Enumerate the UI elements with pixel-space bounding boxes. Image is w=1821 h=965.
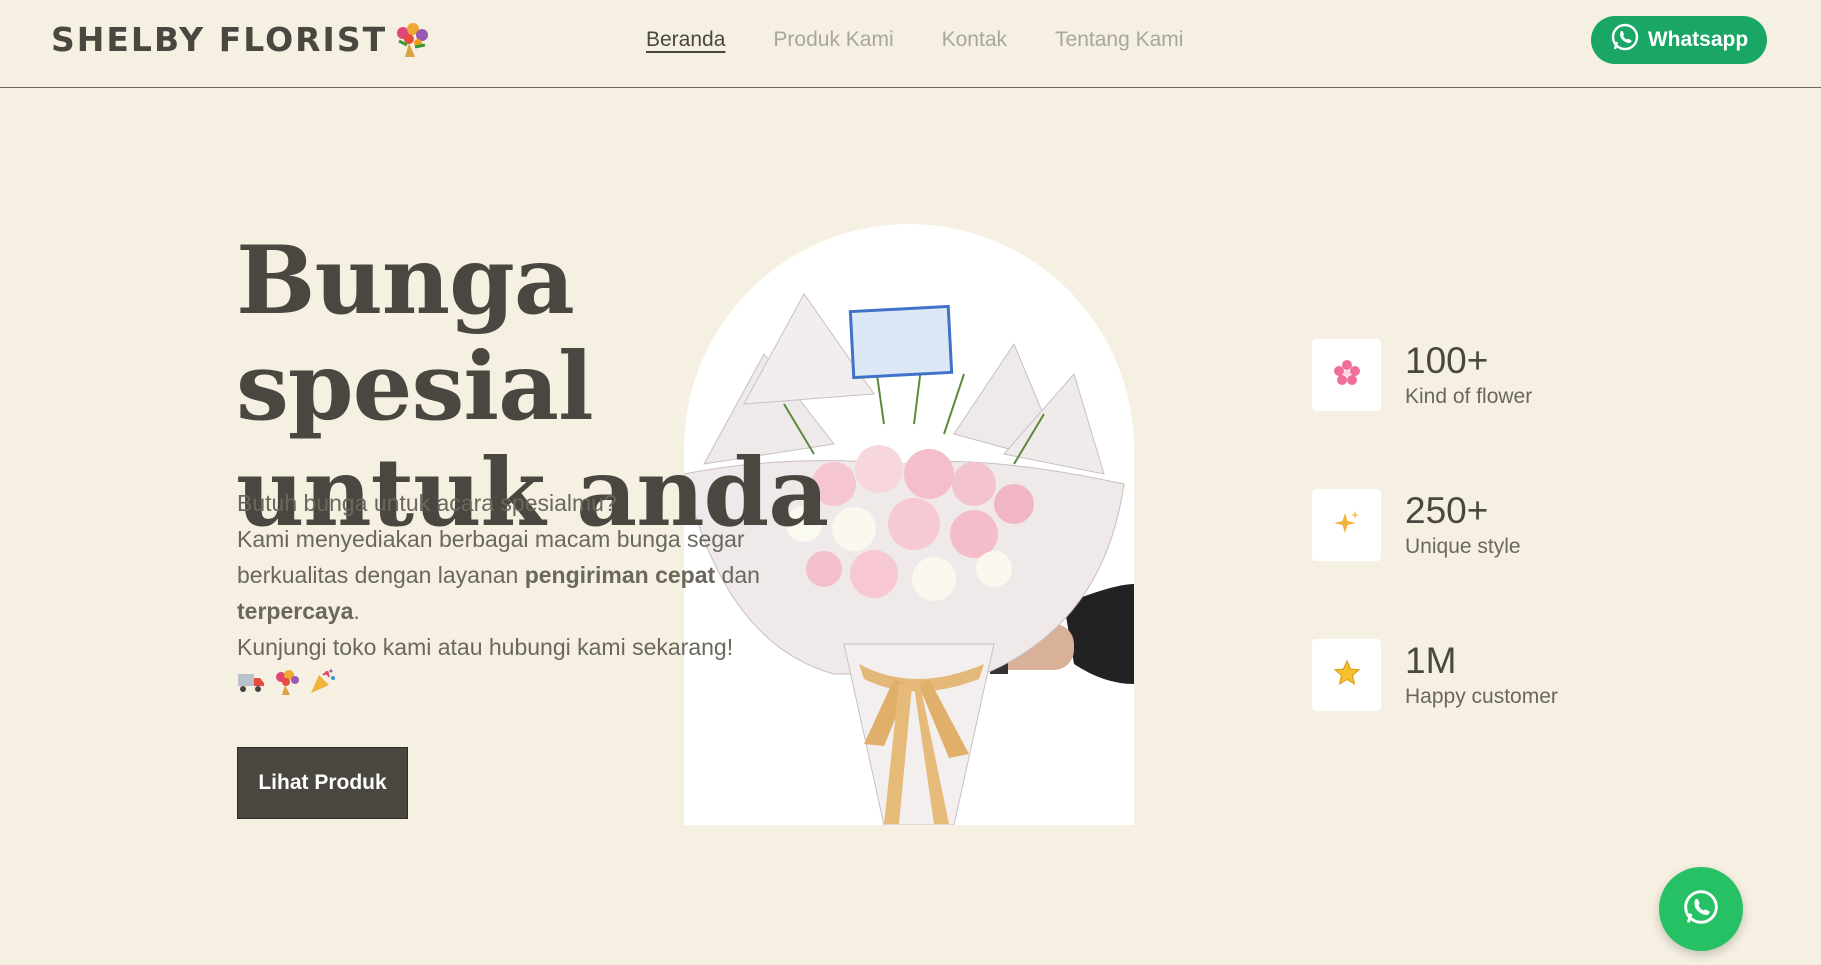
stat-text: 1M Happy customer xyxy=(1405,639,1558,711)
stat-value: 1M xyxy=(1405,640,1457,681)
hero-desc-bold-trusted: terpercaya xyxy=(237,598,354,624)
main-nav: Beranda Produk Kami Kontak Tentang Kami xyxy=(646,28,1183,52)
sparkles-icon xyxy=(1333,509,1361,542)
whatsapp-icon xyxy=(1610,22,1640,58)
star-icon xyxy=(1333,659,1360,691)
stat-icon-box xyxy=(1312,639,1381,711)
hero-desc-text-end: . xyxy=(353,598,360,624)
nav-item-kontak[interactable]: Kontak xyxy=(942,28,1007,52)
bouquet-icon xyxy=(273,669,301,695)
whatsapp-button[interactable]: Whatsapp xyxy=(1591,16,1767,64)
hero-emoji-row xyxy=(237,669,777,695)
hero-desc-line3: Kunjungi toko kami atau hubungi kami sek… xyxy=(237,634,734,660)
stat-icon-box xyxy=(1312,489,1381,561)
stat-value: 100+ xyxy=(1405,340,1489,381)
hero-title-line1: Bunga spesial xyxy=(236,226,594,442)
hero-desc-line1: Butuh bunga untuk acara spesialmu? xyxy=(237,490,617,516)
hero-desc-bold-delivery: pengiriman cepat xyxy=(524,562,716,588)
stat-value: 250+ xyxy=(1405,490,1489,531)
nav-item-tentang-kami[interactable]: Tentang Kami xyxy=(1055,28,1183,52)
bouquet-icon xyxy=(393,21,431,59)
hero-desc-text-mid: dan xyxy=(715,562,760,588)
stat-label: Kind of flower xyxy=(1405,385,1533,408)
party-popper-icon xyxy=(309,669,337,695)
truck-icon xyxy=(237,669,265,695)
view-products-button[interactable]: Lihat Produk xyxy=(237,747,408,819)
stat-happy-customer: 1M Happy customer xyxy=(1312,639,1558,711)
stat-label: Happy customer xyxy=(1405,685,1558,708)
nav-item-produk-kami[interactable]: Produk Kami xyxy=(773,28,893,52)
hero-desc-line2: Kami menyediakan berbagai macam bunga se… xyxy=(237,521,777,629)
whatsapp-label: Whatsapp xyxy=(1647,28,1749,51)
nav-item-beranda[interactable]: Beranda xyxy=(646,28,725,52)
stat-unique-style: 250+ Unique style xyxy=(1312,489,1521,561)
stat-label: Unique style xyxy=(1405,535,1521,558)
hero-description: Butuh bunga untuk acara spesialmu? Kami … xyxy=(237,485,777,695)
cherry-blossom-icon xyxy=(1333,359,1360,391)
stat-icon-box xyxy=(1312,339,1381,411)
stat-text: 250+ Unique style xyxy=(1405,489,1521,561)
stat-kind-of-flower: 100+ Kind of flower xyxy=(1312,339,1532,411)
brand-logo[interactable]: SHELBY FLORIST xyxy=(51,20,431,59)
stat-text: 100+ Kind of flower xyxy=(1405,339,1532,411)
brand-name: SHELBY FLORIST xyxy=(51,20,388,59)
floating-whatsapp-button[interactable] xyxy=(1659,867,1743,951)
site-header: SHELBY FLORIST Beranda Produk Kami Konta… xyxy=(0,0,1821,88)
whatsapp-icon xyxy=(1681,887,1721,932)
